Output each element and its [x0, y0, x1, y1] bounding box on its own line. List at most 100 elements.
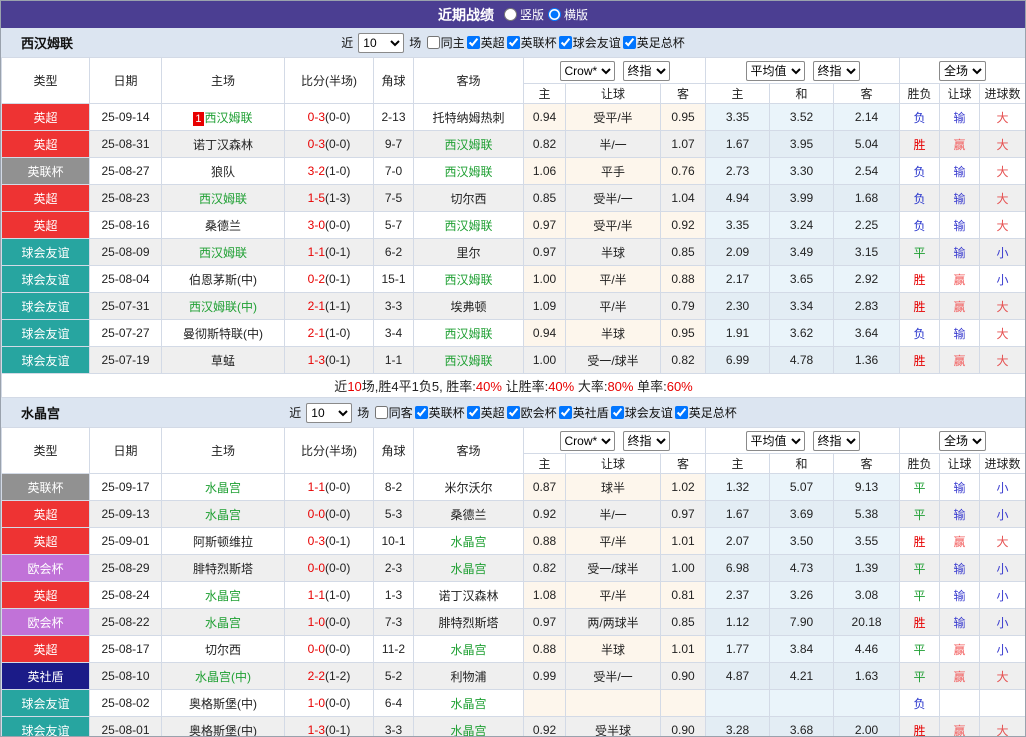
away-team-name[interactable]: 西汉姆联 [444, 273, 492, 287]
summary-segment: 40% [475, 379, 502, 394]
away-team-name[interactable]: 桑德兰 [450, 508, 486, 522]
cell-result-1: 输 [939, 103, 981, 131]
odds-stage-select[interactable]: 终指 [622, 60, 670, 81]
home-team-name[interactable]: 水晶宫 [205, 481, 241, 495]
away-team-name[interactable]: 切尔西 [450, 192, 486, 206]
cell-corners: 5-2 [373, 662, 414, 690]
away-team-name[interactable]: 米尔沃尔 [444, 481, 492, 495]
away-team-name[interactable]: 西汉姆联 [444, 354, 492, 368]
halftime-score: (1-0) [325, 588, 351, 602]
home-team-name[interactable]: 西汉姆联 [205, 111, 253, 125]
home-team-name[interactable]: 水晶宫 [205, 616, 241, 630]
cell-odds-0: 1.06 [523, 157, 566, 185]
league-checkbox[interactable] [558, 36, 572, 49]
column-header-2: 主场 [161, 427, 285, 474]
home-team-name[interactable]: 腓特烈斯塔 [193, 562, 253, 576]
average-stage-select[interactable]: 终指 [812, 430, 860, 451]
away-team-name[interactable]: 西汉姆联 [444, 327, 492, 341]
league-checkbox[interactable] [558, 406, 572, 419]
league-checkbox[interactable] [466, 406, 480, 419]
home-team-name[interactable]: 水晶宫(中) [195, 670, 251, 684]
same-venue-checkbox[interactable] [426, 36, 440, 49]
cell-corners: 11-2 [373, 635, 414, 663]
cell-odds-0: 0.94 [523, 103, 566, 131]
cell-average-0: 4.94 [705, 184, 771, 212]
cell-average-0: 4.87 [705, 662, 771, 690]
match-row: 英联杯 25-09-17 水晶宫 1-1(0-0) 8-2 米尔沃尔 0.87 球半 1.02 1… [1, 473, 1025, 501]
cell-home-team: 桑德兰 [161, 211, 285, 239]
league-checkbox[interactable] [506, 36, 520, 49]
cell-odds-1: 平/半 [565, 581, 661, 609]
cell-result-0: 胜 [899, 608, 941, 636]
away-team-name[interactable]: 水晶宫 [450, 643, 486, 657]
cell-corners: 6-2 [373, 238, 414, 266]
away-team-name[interactable]: 水晶宫 [450, 535, 486, 549]
home-team-name[interactable]: 阿斯顿维拉 [193, 535, 253, 549]
cell-result-0: 负 [899, 211, 941, 239]
average-select[interactable]: 平均值 [745, 60, 805, 81]
vertical-radio[interactable] [503, 8, 517, 21]
odds-stage-select[interactable]: 终指 [622, 430, 670, 451]
league-checkbox[interactable] [414, 406, 428, 419]
cell-average-1: 3.62 [769, 319, 835, 347]
company-select[interactable]: Crow* [559, 60, 615, 81]
away-team-name[interactable]: 水晶宫 [450, 724, 486, 737]
average-select[interactable]: 平均值 [745, 430, 805, 451]
away-team-name[interactable]: 水晶宫 [450, 562, 486, 576]
cell-result-2: 小 [979, 500, 1025, 528]
cell-score: 2-2(1-2) [284, 662, 374, 690]
home-team-name[interactable]: 水晶宫 [205, 589, 241, 603]
home-team-name[interactable]: 切尔西 [205, 643, 241, 657]
home-team-name[interactable]: 水晶宫 [205, 508, 241, 522]
league-checkbox[interactable] [674, 406, 688, 419]
average-stage-select[interactable]: 终指 [812, 60, 860, 81]
home-team-name[interactable]: 桑德兰 [205, 219, 241, 233]
away-team-name[interactable]: 西汉姆联 [444, 165, 492, 179]
home-team-name[interactable]: 西汉姆联(中) [189, 300, 257, 314]
cell-result-1: 输 [939, 500, 981, 528]
away-team-name[interactable]: 水晶宫 [450, 697, 486, 711]
home-team-name[interactable]: 草蜢 [211, 354, 235, 368]
away-team-name[interactable]: 利物浦 [450, 670, 486, 684]
horizontal-radio[interactable] [548, 8, 561, 21]
away-team-name[interactable]: 西汉姆联 [444, 138, 492, 152]
away-team-name[interactable]: 里尔 [456, 246, 480, 260]
halftime-score: (1-3) [325, 191, 351, 205]
match-count-select[interactable]: 10 [306, 402, 353, 423]
halftime-score: (0-0) [325, 642, 351, 656]
scope-select[interactable]: 全场 [939, 430, 987, 451]
home-team-name[interactable]: 西汉姆联 [199, 246, 247, 260]
cell-league-type: 球会友谊 [1, 319, 90, 347]
league-checkbox[interactable] [466, 36, 480, 49]
away-team-name[interactable]: 托特纳姆热刺 [432, 111, 504, 125]
away-team-name[interactable]: 诺丁汉森林 [438, 589, 498, 603]
cell-home-team: 阿斯顿维拉 [161, 527, 285, 555]
scope-select[interactable]: 全场 [939, 60, 987, 81]
cell-result-2 [979, 689, 1025, 717]
cell-odds-0 [523, 689, 566, 717]
away-team-name[interactable]: 埃弗顿 [450, 300, 486, 314]
home-team-name[interactable]: 曼彻斯特联(中) [183, 327, 263, 341]
league-checkbox[interactable] [506, 406, 520, 419]
home-team-name[interactable]: 诺丁汉森林 [193, 138, 253, 152]
cell-average-1: 7.90 [769, 608, 835, 636]
league-filter-option: 欧会杯 [506, 404, 557, 421]
home-team-name[interactable]: 狼队 [211, 165, 235, 179]
company-select[interactable]: Crow* [559, 430, 615, 451]
home-team-name[interactable]: 奥格斯堡(中) [189, 697, 257, 711]
same-venue-checkbox[interactable] [374, 406, 388, 419]
cell-odds-2: 1.02 [659, 473, 707, 501]
league-checkbox[interactable] [610, 406, 624, 419]
match-count-select[interactable]: 10 [358, 32, 405, 53]
league-checkbox[interactable] [622, 36, 636, 49]
cell-result-0: 负 [899, 157, 941, 185]
home-team-name[interactable]: 西汉姆联 [199, 192, 247, 206]
away-team-name[interactable]: 腓特烈斯塔 [438, 616, 498, 630]
home-team-name[interactable]: 奥格斯堡(中) [189, 724, 257, 737]
away-team-name[interactable]: 西汉姆联 [444, 219, 492, 233]
cell-corners: 3-3 [373, 716, 414, 736]
league-filter-label: 英足总杯 [688, 406, 737, 420]
home-team-name[interactable]: 伯恩茅斯(中) [189, 273, 257, 287]
fulltime-score: 1-1 [307, 245, 325, 259]
cell-home-team: 诺丁汉森林 [161, 130, 285, 158]
